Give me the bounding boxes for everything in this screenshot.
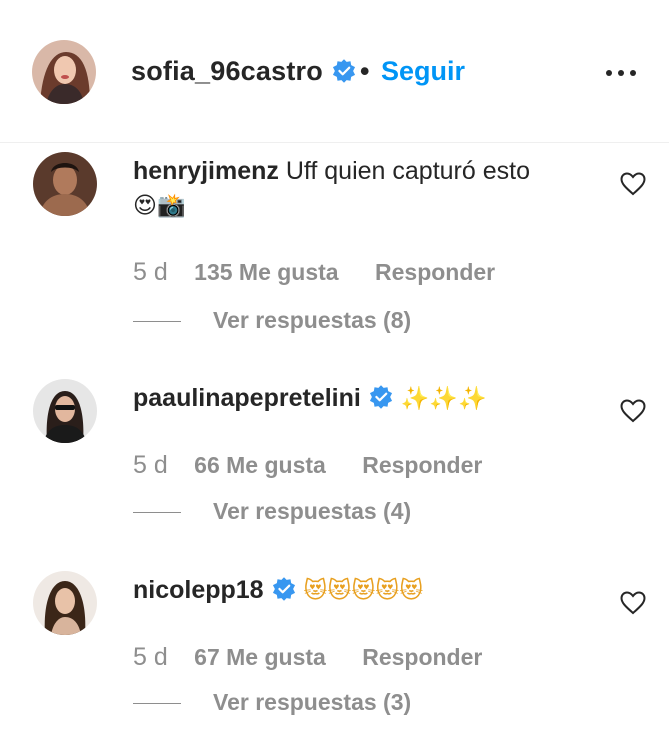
comment-text: paaulinapepretelini ✨✨✨ bbox=[133, 381, 573, 416]
replies-divider bbox=[133, 512, 181, 514]
comment-time[interactable]: 5 d bbox=[133, 258, 168, 286]
post-header: sofia_96castro • Seguir bbox=[0, 0, 669, 143]
view-replies-button[interactable]: Ver respuestas (4) bbox=[133, 498, 411, 525]
comment-username[interactable]: nicolepp18 bbox=[133, 576, 264, 604]
view-replies-button[interactable]: Ver respuestas (3) bbox=[133, 689, 411, 716]
comment-time[interactable]: 5 d bbox=[133, 451, 168, 479]
avatar[interactable] bbox=[33, 379, 97, 443]
comment-meta: 5 d 66 Me gusta Responder bbox=[133, 451, 482, 480]
comment-meta: 5 d 135 Me gusta Responder bbox=[133, 258, 495, 287]
reply-button[interactable]: Responder bbox=[362, 452, 482, 478]
reply-button[interactable]: Responder bbox=[362, 644, 482, 670]
verified-badge-icon bbox=[272, 577, 295, 601]
comment-body: Uff quien capturó esto bbox=[285, 157, 530, 185]
like-heart-icon[interactable] bbox=[620, 172, 646, 196]
follow-button[interactable]: Seguir bbox=[381, 56, 465, 87]
comment-emoji: ✨✨✨ bbox=[400, 386, 487, 412]
avatar[interactable] bbox=[33, 152, 97, 216]
comment-meta: 5 d 67 Me gusta Responder bbox=[133, 643, 482, 672]
separator-dot: • bbox=[360, 56, 370, 86]
replies-divider bbox=[133, 321, 181, 323]
like-heart-icon[interactable] bbox=[620, 399, 646, 423]
comment-likes[interactable]: 66 Me gusta bbox=[194, 452, 326, 478]
post-author-username[interactable]: sofia_96castro bbox=[131, 56, 357, 87]
comment-emoji: 😍📸 bbox=[133, 193, 186, 219]
verified-badge-icon bbox=[332, 59, 355, 83]
replies-divider bbox=[133, 703, 181, 705]
like-heart-icon[interactable] bbox=[620, 591, 646, 615]
more-options-icon[interactable] bbox=[604, 62, 638, 82]
comment-emoji: 😻😻😻😻😻 bbox=[303, 578, 424, 604]
view-replies-button[interactable]: Ver respuestas (8) bbox=[133, 307, 411, 334]
avatar[interactable] bbox=[33, 571, 97, 635]
avatar[interactable] bbox=[32, 40, 96, 104]
comment-likes[interactable]: 67 Me gusta bbox=[194, 644, 326, 670]
reply-button[interactable]: Responder bbox=[375, 259, 495, 285]
comment-text: nicolepp18 😻😻😻😻😻 bbox=[133, 573, 573, 608]
comment-time[interactable]: 5 d bbox=[133, 643, 168, 671]
comment-username[interactable]: henryjimenz bbox=[133, 157, 279, 185]
comment-text: henryjimenz Uff quien capturó esto 😍📸 bbox=[133, 154, 573, 223]
comment-likes[interactable]: 135 Me gusta bbox=[194, 259, 338, 285]
comment-username[interactable]: paaulinapepretelini bbox=[133, 384, 361, 412]
verified-badge-icon bbox=[369, 385, 392, 409]
